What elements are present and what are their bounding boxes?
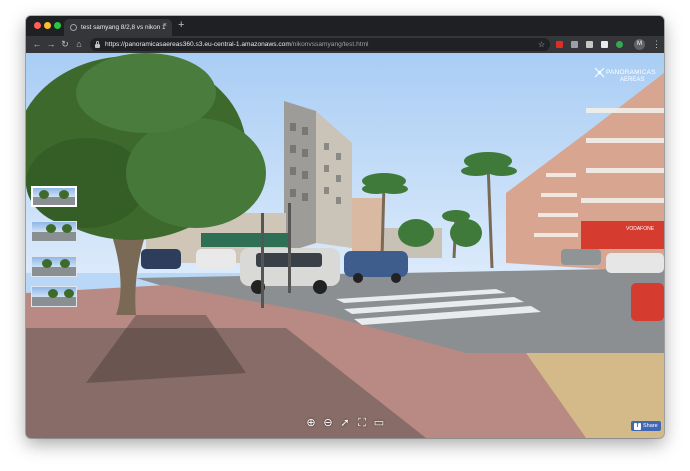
- thumbnail-4[interactable]: [31, 286, 77, 307]
- profile-avatar[interactable]: M: [634, 39, 645, 50]
- thumbnail-ground: [33, 196, 75, 205]
- tab-close-icon[interactable]: ×: [163, 22, 167, 29]
- street-panorama-image: VODAFONE: [26, 53, 664, 438]
- close-window-button[interactable]: [34, 22, 41, 29]
- thumbnail-tree: [39, 190, 49, 199]
- thumbnail-tree: [48, 289, 58, 298]
- new-tab-button[interactable]: +: [178, 18, 184, 32]
- tab-bar: test samyang 8/2,8 vs nikon 10.5 × +: [26, 16, 664, 36]
- zoom-out-icon[interactable]: ⊖: [322, 417, 334, 429]
- thumbnail-tree: [62, 224, 72, 233]
- browser-menu-icon[interactable]: ⋮: [652, 38, 661, 50]
- thumbnail-tree: [59, 190, 69, 199]
- thumbnail-ground: [32, 231, 76, 241]
- extension-red-icon[interactable]: [556, 41, 563, 48]
- logo-line1: PANORAMICAS: [606, 69, 656, 76]
- address-bar[interactable]: https://panoramicasaereas360.s3.eu-centr…: [90, 38, 550, 51]
- tab-title: test samyang 8/2,8 vs nikon 10.5: [81, 24, 165, 31]
- globe-icon: [70, 24, 77, 31]
- share-label: Share: [643, 423, 658, 429]
- thumbnail-1[interactable]: [31, 186, 77, 207]
- thumbnail-2[interactable]: [31, 221, 77, 242]
- url-path: /nikonvssamyang/test.html: [290, 41, 369, 48]
- logo-line2: AEREAS: [620, 77, 645, 83]
- browser-toolbar: ← → ↻ ⌂ https://panoramicasaereas360.s3.…: [26, 36, 664, 53]
- thumbnail-3[interactable]: [31, 256, 77, 277]
- forward-button[interactable]: →: [45, 38, 57, 50]
- active-tab[interactable]: test samyang 8/2,8 vs nikon 10.5 ×: [64, 19, 172, 36]
- thumbnail-tree: [42, 259, 52, 268]
- bookmark-star-icon[interactable]: ☆: [538, 38, 545, 51]
- drone-icon: [594, 67, 605, 78]
- facebook-share-button[interactable]: f Share: [631, 421, 661, 431]
- autorotate-icon[interactable]: ➚: [339, 417, 351, 429]
- thumbnail-ground: [32, 266, 76, 276]
- thumbnail-tree: [46, 224, 56, 233]
- vodafone-sign: VODAFONE: [626, 226, 655, 232]
- thumbnail-tree: [64, 289, 74, 298]
- panoramicas-aereas-logo: PANORAMICAS AEREAS: [594, 67, 660, 89]
- fullscreen-icon[interactable]: ⛶: [356, 417, 368, 429]
- extension-gray-icon[interactable]: [586, 41, 593, 48]
- zoom-in-icon[interactable]: ⊕: [305, 417, 317, 429]
- browser-window: test samyang 8/2,8 vs nikon 10.5 × + ← →…: [26, 16, 664, 438]
- maximize-window-button[interactable]: [54, 22, 61, 29]
- panorama-viewer[interactable]: VODAFONE PANORAMICAS AEREAS ⊕ ⊖ ➚ ⛶ ▭ f …: [26, 53, 664, 438]
- facebook-icon: f: [634, 422, 641, 430]
- viewer-controls: ⊕ ⊖ ➚ ⛶ ▭: [305, 416, 387, 430]
- extension-green-icon[interactable]: [616, 41, 623, 48]
- extension-shield-icon[interactable]: [571, 41, 578, 48]
- url-host: https://panoramicasaereas360.s3.eu-centr…: [105, 41, 291, 48]
- minimize-window-button[interactable]: [44, 22, 51, 29]
- back-button[interactable]: ←: [31, 38, 43, 50]
- reload-button[interactable]: ↻: [59, 38, 71, 50]
- url-text: https://panoramicasaereas360.s3.eu-centr…: [105, 41, 369, 48]
- lock-icon: [95, 40, 100, 48]
- thumbnail-tree: [60, 259, 70, 268]
- home-button[interactable]: ⌂: [73, 38, 85, 50]
- extension-white-icon[interactable]: [601, 41, 608, 48]
- vr-mode-icon[interactable]: ▭: [373, 417, 385, 429]
